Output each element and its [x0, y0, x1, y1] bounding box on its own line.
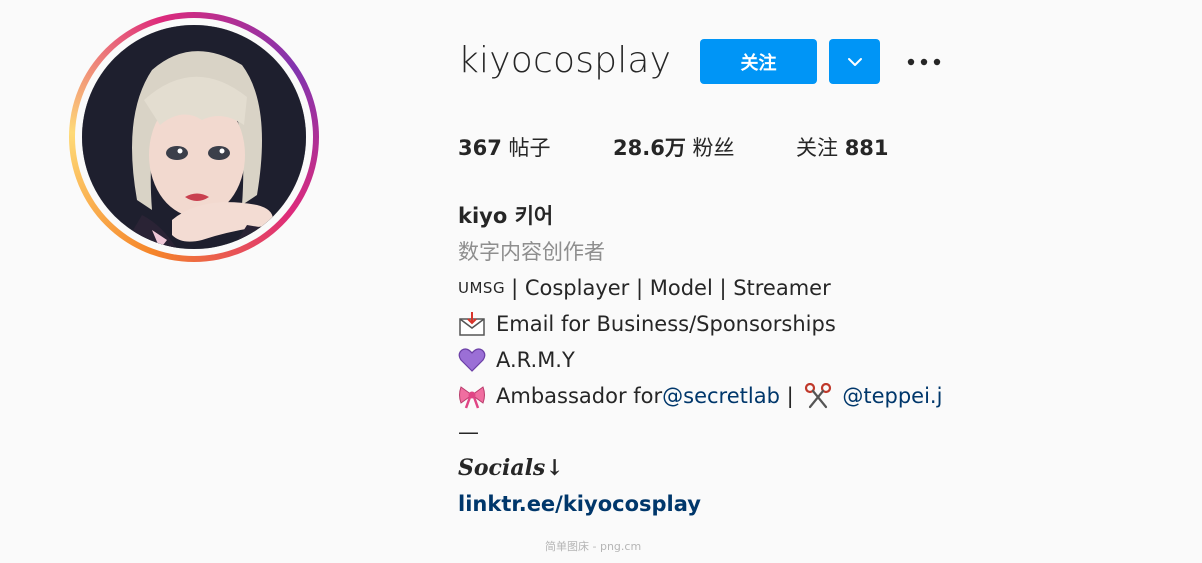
bio-line-army: A.R.M.Y [458, 342, 942, 378]
full-name: kiyo 키어 [458, 204, 554, 228]
avatar-story-ring[interactable] [69, 12, 319, 262]
follow-button[interactable]: 关注 [700, 39, 817, 84]
posts-label: 帖子 [508, 136, 551, 160]
purple-heart-icon [458, 348, 486, 372]
bio-line-ambassador: Ambassador for @secretlab | @teppei.j [458, 378, 942, 414]
bio-separator: | [779, 384, 801, 408]
followers-label: 粉丝 [692, 136, 735, 160]
profile-bio: kiyo 키어 数字内容创作者 UMSG | Cosplayer | Model… [458, 198, 942, 522]
suggested-dropdown-button[interactable] [829, 39, 880, 84]
mention-teppei-link[interactable]: @teppei.j [842, 378, 942, 414]
envelope-arrow-icon [459, 312, 485, 336]
avatar[interactable] [82, 25, 306, 249]
army-text: A.R.M.Y [496, 348, 575, 372]
more-options-button[interactable] [904, 44, 944, 80]
following-count: 881 [844, 136, 889, 160]
watermark: 简单图床 - png.cm [545, 540, 642, 553]
followers-stat[interactable]: 28.6万 粉丝 [613, 132, 735, 162]
ambassador-text: Ambassador for [496, 384, 663, 408]
profile-photo [82, 25, 306, 249]
bio-line-email: Email for Business/Sponsorships [458, 306, 942, 342]
category-label: 数字内容创作者 [458, 240, 605, 264]
following-label: 关注 [796, 136, 838, 160]
mention-secretlab-link[interactable]: @secretlab [662, 378, 780, 414]
socials-heading: Socials↓ [458, 455, 564, 481]
roles-text: | Cosplayer | Model | Streamer [511, 276, 831, 300]
umsg-text: UMSG [458, 279, 506, 297]
external-link[interactable]: linktr.ee/kiyocosplay [458, 486, 942, 522]
chevron-down-icon [847, 57, 862, 66]
more-horizontal-icon [907, 58, 941, 66]
posts-count: 367 [458, 136, 502, 160]
scissors-icon [805, 383, 832, 409]
email-business-text: Email for Business/Sponsorships [496, 312, 836, 336]
posts-stat[interactable]: 367 帖子 [458, 132, 551, 162]
bio-line-roles: UMSG | Cosplayer | Model | Streamer [458, 270, 942, 306]
bio-dash: — [458, 420, 479, 444]
username: kiyocosplay [458, 40, 672, 81]
followers-count: 28.6万 [613, 136, 686, 160]
ribbon-icon [459, 386, 485, 409]
following-stat[interactable]: 关注 881 [796, 132, 889, 162]
